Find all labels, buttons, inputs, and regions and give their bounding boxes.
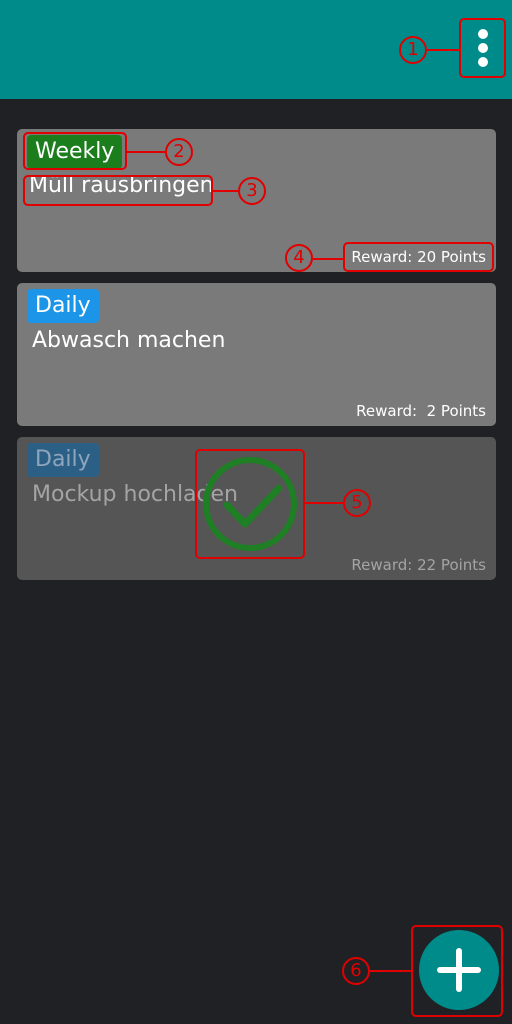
- annotation-line-2: [127, 151, 165, 153]
- annotation-box-1: [459, 18, 506, 78]
- task-card-2[interactable]: Daily Abwasch machen Reward: 2 Points: [17, 283, 496, 426]
- annotation-callout-6: 6: [342, 957, 370, 985]
- annotation-box-3: [23, 175, 213, 206]
- annotation-line-6: [370, 970, 411, 972]
- frequency-badge: Daily: [27, 289, 99, 323]
- annotation-line-3: [213, 190, 238, 192]
- annotation-callout-1: 1: [399, 36, 427, 64]
- annotation-box-6: [411, 925, 503, 1017]
- frequency-badge: Daily: [27, 443, 99, 477]
- task-title: Abwasch machen: [32, 328, 226, 353]
- annotation-line-1: [427, 49, 459, 51]
- reward-label: Reward: 2 Points: [356, 402, 486, 420]
- annotation-callout-4: 4: [285, 244, 313, 272]
- annotation-box-5: [195, 449, 305, 559]
- annotation-line-4: [313, 258, 343, 260]
- annotation-box-4: [343, 242, 494, 272]
- annotation-callout-5: 5: [343, 489, 371, 517]
- annotation-box-2: [23, 132, 127, 170]
- annotation-callout-3: 3: [238, 177, 266, 205]
- annotation-line-5: [305, 502, 343, 504]
- reward-label: Reward: 22 Points: [351, 556, 486, 574]
- annotation-callout-2: 2: [165, 138, 193, 166]
